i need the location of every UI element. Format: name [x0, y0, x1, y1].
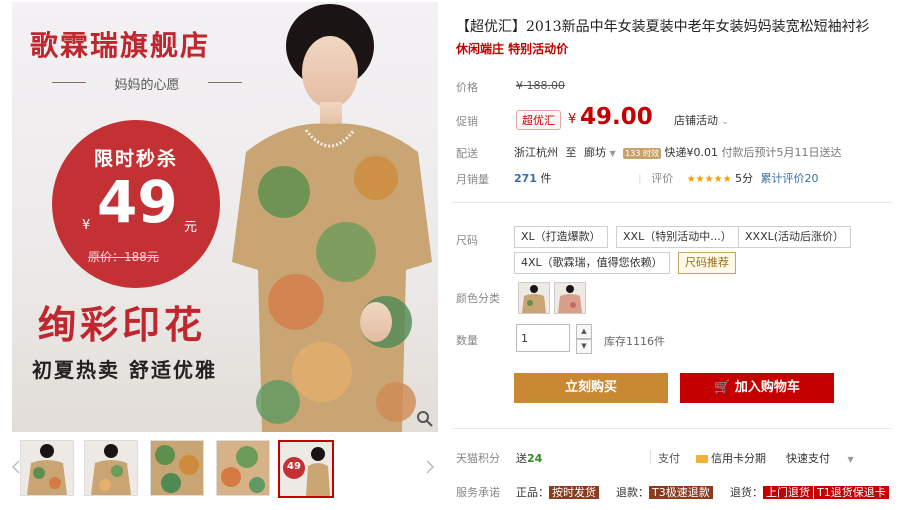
buy-now-button[interactable]: 立刻购买 — [514, 373, 668, 403]
model-photo — [232, 4, 432, 432]
main-product-image[interactable]: 歌霖瑞旗舰店 妈妈的心愿 限时秒杀 ¥ 49 元 原价：188元 绚彩印花 初夏… — [12, 2, 438, 432]
thumbnail[interactable] — [150, 440, 204, 496]
color-swatch[interactable] — [518, 282, 550, 314]
review-count-link[interactable]: 累计评价20 — [761, 172, 819, 185]
badge-original-price: 原价：188元 — [88, 250, 159, 264]
divider — [452, 202, 892, 203]
divider: | — [638, 172, 642, 185]
quantity-increase-icon[interactable]: ▲ — [576, 324, 592, 339]
rating-label: 评价 — [651, 172, 674, 185]
shop-activity-dropdown[interactable]: 店铺活动 ⌄ — [674, 112, 729, 128]
points-info: 送24 — [516, 450, 542, 466]
ship-from: 浙江杭州 — [514, 146, 558, 159]
print-slogan: 绚彩印花 — [38, 302, 207, 347]
season-slogan: 初夏热卖 舒适优雅 — [32, 358, 217, 382]
service-badge: T3极速退款 — [649, 486, 713, 499]
chevron-down-icon: ⌄ — [721, 117, 730, 127]
size-option-4xl[interactable]: 4XL（歌霖瑞，值得您依赖） — [514, 252, 670, 274]
service-badge: T1退货保退卡 — [814, 486, 889, 499]
shop-activity-label: 店铺活动 — [674, 114, 718, 127]
product-info: 【超优汇】2013新品中年女装夏装中老年女装妈妈装宽松短袖衬衫 休闲端庄 特别活… — [452, 0, 900, 510]
service-text: 正品： — [516, 486, 549, 499]
service-item: 退款： T3极速退款 — [616, 484, 713, 500]
credit-card-icon — [696, 455, 708, 463]
promo-tag: 超优汇 — [516, 110, 561, 130]
quick-pay-label: 快速支付 — [786, 452, 830, 465]
points-prefix: 送 — [516, 452, 527, 465]
ship-to-city: 廊坊 — [584, 146, 606, 159]
thumbnail[interactable] — [84, 440, 138, 496]
badge-price: 49 — [97, 168, 178, 236]
slogan: 妈妈的心愿 — [52, 74, 242, 93]
chevron-left-icon[interactable] — [12, 460, 20, 474]
flash-sale-badge: 限时秒杀 ¥ 49 元 原价：188元 — [52, 120, 220, 288]
zoom-icon[interactable] — [416, 410, 434, 428]
flash-sale-title: 限时秒杀 — [93, 148, 178, 170]
star-rating-icon: ★★★★★ — [686, 174, 732, 185]
brand-banner: 歌霖瑞旗舰店 — [30, 29, 211, 62]
service-badge: 按时发货 — [549, 486, 599, 499]
ship-note: 付款后预计5月11日送达 — [721, 146, 842, 159]
service-item: 正品： 按时发货 — [516, 484, 599, 500]
caret-down-icon: ▼ — [847, 455, 854, 464]
points-value: 24 — [527, 452, 543, 465]
thumbnail-active[interactable]: 49 — [278, 440, 334, 498]
size-recommend-button[interactable]: 尺码推荐 — [678, 252, 736, 274]
product-title: 【超优汇】2013新品中年女装夏装中老年女装妈妈装宽松短袖衬衫 — [456, 19, 870, 35]
size-label: 尺码 — [456, 234, 478, 247]
promo-label: 促销 — [456, 115, 478, 128]
badge-unit: 元 — [184, 220, 198, 235]
service-badge: 上门退货 — [763, 486, 813, 499]
add-to-cart-label: 加入购物车 — [734, 380, 800, 395]
thumbnail-strip: 49 — [12, 440, 438, 500]
ship-to-select[interactable]: 廊坊 ▼ — [584, 146, 616, 159]
stock-count: 库存1116件 — [604, 335, 665, 348]
service-item: 退货： 上门退货 — [730, 484, 813, 500]
shipping-info: 浙江杭州 至 廊坊 ▼ 133 时效 快递¥0.01 付款后预计5月11日送达 — [514, 144, 841, 160]
sales-unit: 件 — [540, 172, 552, 185]
shipping-label: 配送 — [456, 147, 478, 160]
badge-yen: ¥ — [82, 218, 91, 233]
ship-fee: 快递¥0.01 — [664, 146, 718, 159]
color-label: 颜色分类 — [456, 292, 500, 305]
payment-label: 支付 — [658, 452, 680, 465]
size-option-xl[interactable]: XL（打造爆款） — [514, 226, 608, 248]
promo-yen: ¥ — [568, 112, 577, 127]
size-option-xxxl[interactable]: XXXL(活动后涨价） — [738, 226, 852, 248]
credit-installment-label: 信用卡分期 — [711, 452, 766, 465]
quantity-input[interactable]: 1 — [516, 324, 570, 352]
service-item: T1退货保退卡 — [814, 484, 889, 500]
service-label: 服务承诺 — [456, 486, 500, 499]
promo-price: 49.00 — [580, 104, 653, 130]
price-label: 价格 — [456, 81, 478, 94]
color-swatch[interactable] — [554, 282, 586, 314]
service-text: 退款： — [616, 486, 649, 499]
rating-score: 5分 — [735, 172, 754, 185]
delivery-time-badge: 133 时效 — [623, 148, 661, 159]
rating-info: | 评价 ★★★★★ 5分 累计评价20 — [638, 170, 819, 186]
caret-down-icon: ▼ — [609, 149, 616, 158]
thumbnail[interactable] — [216, 440, 270, 496]
divider — [650, 450, 651, 464]
chevron-right-icon[interactable] — [426, 460, 434, 474]
sales-label: 月销量 — [456, 173, 489, 186]
quick-pay-dropdown[interactable]: 快速支付 ▼ — [786, 450, 854, 466]
service-text: 退货： — [730, 486, 763, 499]
original-price: ¥ 188.00 — [516, 79, 565, 92]
product-subtitle: 休闲端庄 特别活动价 — [456, 42, 569, 56]
divider — [452, 428, 892, 429]
ship-to-word: 至 — [565, 146, 577, 159]
credit-installment-link[interactable]: 信用卡分期 — [696, 450, 766, 466]
points-label: 天猫积分 — [456, 452, 500, 465]
product-gallery: 歌霖瑞旗舰店 妈妈的心愿 限时秒杀 ¥ 49 元 原价：188元 绚彩印花 初夏… — [0, 0, 440, 510]
quantity-decrease-icon[interactable]: ▼ — [576, 339, 592, 354]
size-option-xxl[interactable]: XXL（特别活动中...） — [616, 226, 739, 248]
cart-icon: 🛒 — [714, 380, 731, 395]
monthly-sales: 271 件 — [514, 170, 551, 186]
quantity-label: 数量 — [456, 334, 478, 347]
add-to-cart-button[interactable]: 🛒 加入购物车 — [680, 373, 834, 403]
sales-count: 271 — [514, 172, 537, 185]
thumbnail-badge-price: 49 — [287, 461, 301, 472]
thumbnail[interactable] — [20, 440, 74, 496]
